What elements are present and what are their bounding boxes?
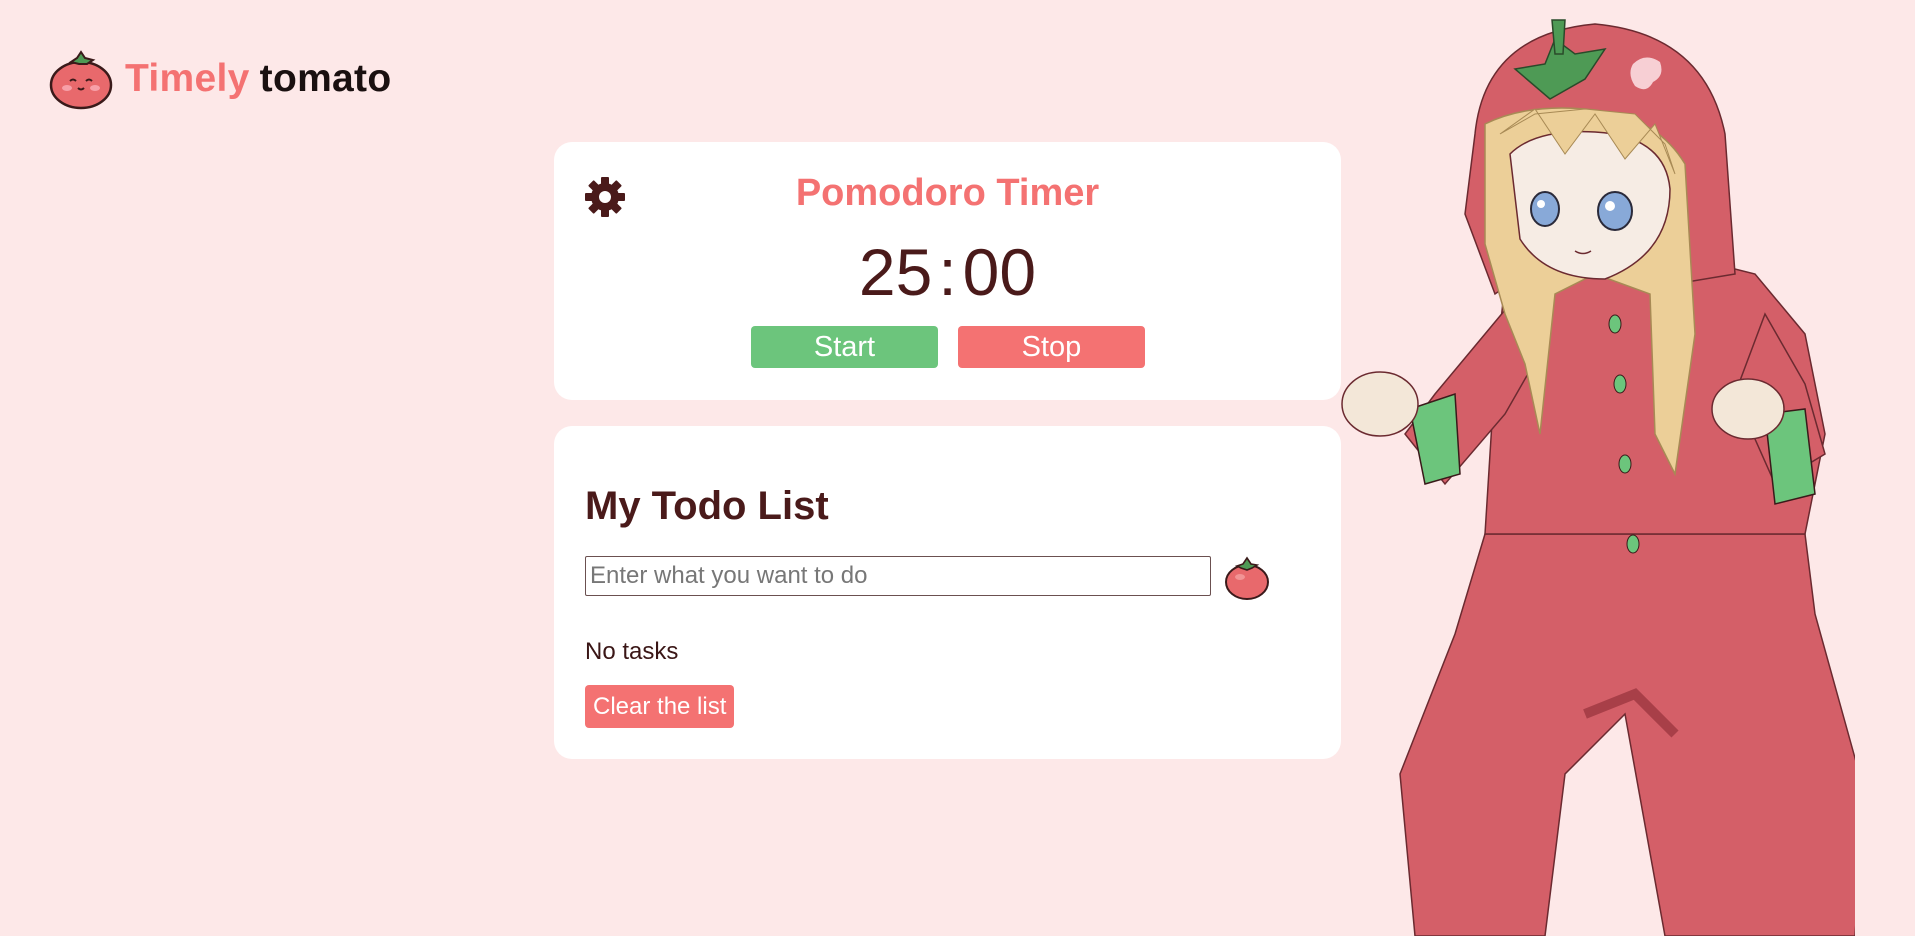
timer-separator: :: [938, 235, 957, 309]
tomato-face-icon: [49, 50, 113, 110]
todo-title: My Todo List: [585, 484, 829, 528]
timer-minutes: 25: [858, 235, 933, 309]
app-name: Timely tomato: [125, 57, 391, 101]
timer-title: Pomodoro Timer: [795, 172, 1100, 214]
empty-list-message: No tasks: [585, 638, 679, 665]
timer-controls: Start Stop: [751, 326, 1145, 368]
timer-seconds: 00: [962, 235, 1037, 309]
stop-button[interactable]: Stop: [958, 326, 1145, 368]
app-logo[interactable]: Timely tomato: [49, 48, 391, 110]
page: Timelytomato Pomodoro Timer 25:00 Start: [0, 0, 1915, 936]
start-button[interactable]: Start: [751, 326, 938, 368]
todo-card: My Todo List No tasks Clear the list: [554, 426, 1341, 759]
tomato-girl-illustration: [1341, 19, 1855, 936]
clear-list-button[interactable]: Clear the list: [585, 685, 735, 728]
tomato-icon[interactable]: [1223, 555, 1271, 601]
timer-display: 25:00: [554, 234, 1341, 310]
app-name-second-word: tomato: [259, 57, 392, 100]
timer-card: Pomodoro Timer 25:00 Start Stop: [554, 142, 1341, 400]
todo-input[interactable]: [585, 556, 1211, 596]
app-name-first-word: Timely: [125, 57, 250, 100]
